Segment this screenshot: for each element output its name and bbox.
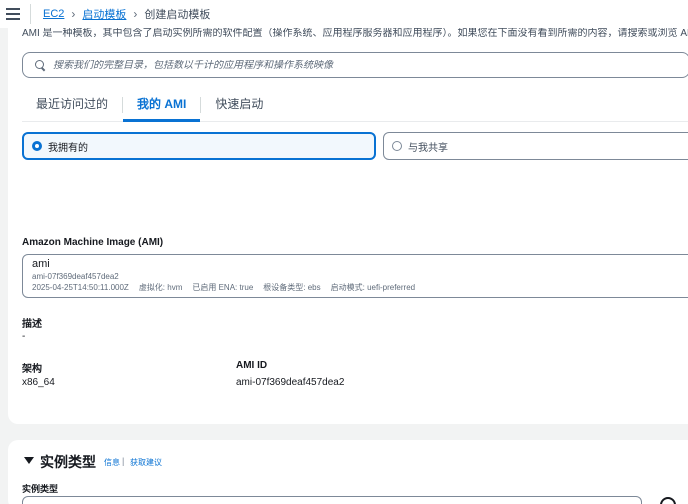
ami-virtualization: 虚拟化: hvm	[138, 283, 183, 292]
ami-created: 2025-04-25T14:50:11.000Z	[32, 283, 129, 292]
radio-unselected-icon	[392, 141, 402, 151]
ami-id-value: ami-07f369deaf457dea2	[236, 377, 345, 388]
radio-owned-label: 我拥有的	[48, 142, 88, 154]
caret-down-icon[interactable]	[24, 457, 34, 464]
ami-name: ami	[32, 258, 50, 270]
instance-type-label: 实例类型	[22, 484, 59, 494]
instance-type-panel: 实例类型 信息 | 获取建议 实例类型	[8, 440, 688, 504]
ami-search[interactable]	[22, 52, 688, 78]
ami-boot-mode: 启动模式: uefi-preferred	[330, 283, 416, 292]
breadcrumb: EC2 › 启动模板 › 创建启动模板	[43, 6, 210, 22]
ami-ena: 已启用 ENA: true	[192, 283, 254, 292]
top-bar: EC2 › 启动模板 › 创建启动模板	[0, 0, 688, 28]
menu-icon[interactable]	[6, 8, 20, 20]
radio-shared-label: 与我共享	[408, 142, 448, 154]
chevron-right-icon: ›	[133, 7, 138, 21]
tab-recent[interactable]: 最近访问过的	[22, 90, 122, 121]
search-icon	[35, 60, 45, 70]
ami-panel: AMI 是一种模板，其中包含了启动实例所需的软件配置（操作系统、应用程序服务器和…	[8, 28, 688, 424]
ami-id-label: AMI ID	[236, 360, 268, 371]
radio-shared-with-me[interactable]: 与我共享	[383, 132, 688, 160]
ami-field-label: Amazon Machine Image (AMI)	[22, 237, 164, 248]
radio-owned-by-me[interactable]: 我拥有的	[22, 132, 376, 160]
chevron-right-icon: ›	[71, 7, 76, 21]
ami-search-input[interactable]	[53, 59, 688, 71]
get-advice-link[interactable]: 获取建议	[130, 457, 162, 468]
breadcrumb-current: 创建启动模板	[144, 9, 211, 21]
link-separator: |	[122, 456, 125, 466]
header-divider	[30, 4, 31, 24]
tab-my-ami[interactable]: 我的 AMI	[123, 90, 201, 122]
tab-quick-start[interactable]: 快速启动	[201, 90, 277, 121]
breadcrumb-ec2[interactable]: EC2	[43, 8, 64, 20]
ami-select[interactable]: ami ami-07f369deaf457dea2 2025-04-25T14:…	[22, 254, 688, 298]
ami-meta: 2025-04-25T14:50:11.000Z 虚拟化: hvm 已启用 EN…	[32, 282, 688, 294]
architecture-label: 架构	[22, 364, 42, 375]
architecture-value: x86_64	[22, 377, 55, 388]
info-link[interactable]: 信息	[104, 457, 120, 468]
ami-id: ami-07f369deaf457dea2	[32, 272, 119, 281]
radio-selected-icon	[32, 141, 42, 151]
ami-description: AMI 是一种模板，其中包含了启动实例所需的软件配置（操作系统、应用程序服务器和…	[22, 28, 688, 39]
instance-type-select[interactable]	[22, 496, 642, 504]
instance-type-title: 实例类型	[40, 454, 96, 470]
description-label: 描述	[22, 319, 42, 330]
breadcrumb-launch-templates[interactable]: 启动模板	[82, 6, 126, 22]
description-value: -	[22, 331, 26, 342]
toggle-icon[interactable]	[660, 497, 676, 504]
ami-tabs: 最近访问过的 我的 AMI 快速启动	[22, 90, 688, 122]
ami-root-device: 根设备类型: ebs	[263, 283, 321, 292]
